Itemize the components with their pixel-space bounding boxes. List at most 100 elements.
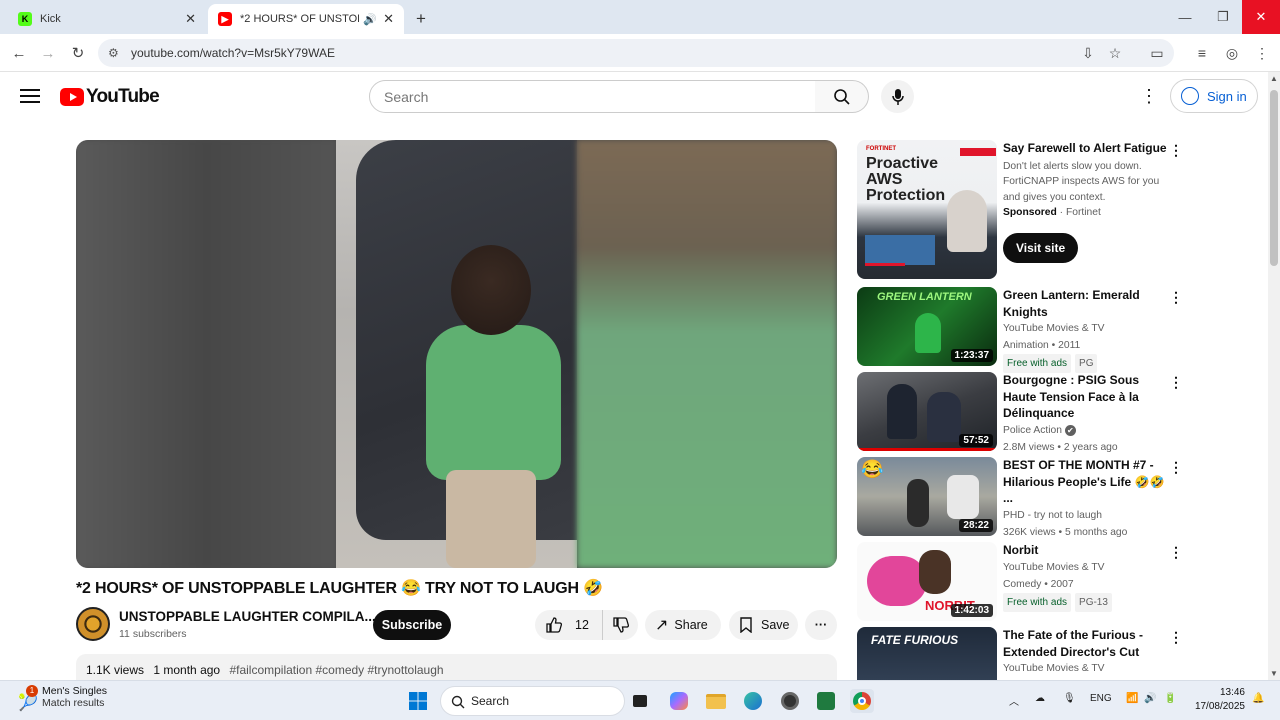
like-button[interactable]: 12 [535, 610, 603, 640]
voice-search-button[interactable] [881, 80, 914, 113]
app-icon[interactable] [778, 689, 802, 713]
start-button[interactable] [406, 689, 430, 713]
tab-kick[interactable]: K Kick ✕ [8, 4, 206, 34]
split-view-icon[interactable]: ▭ [1147, 43, 1167, 63]
onedrive-icon[interactable]: ☁ [1035, 693, 1045, 704]
video-more-icon[interactable]: ⋮ [1169, 459, 1183, 476]
widgets-button[interactable]: 🎾 1 Men's Singles Match results [16, 685, 107, 713]
sponsored-ad[interactable]: FORTINET Proactive AWS Protection Say Fa… [857, 140, 1197, 280]
volume-icon[interactable]: 🔊 [1144, 693, 1156, 704]
battery-icon[interactable]: 🔋 [1164, 693, 1176, 704]
youtube-logo[interactable]: YouTube [60, 86, 160, 108]
channel-name[interactable]: Police Action [1003, 425, 1062, 436]
ad-more-icon[interactable]: ⋮ [1169, 142, 1183, 159]
channel-name[interactable]: YouTube Movies & TV [1003, 660, 1175, 677]
chrome-icon[interactable] [850, 689, 874, 713]
video-thumbnail[interactable]: GREEN LANTERN 1:23:37 [857, 287, 997, 366]
video-more-icon[interactable]: ⋮ [1169, 544, 1183, 561]
scrollbar-thumb[interactable] [1270, 90, 1278, 266]
more-actions-button[interactable]: ··· [805, 610, 837, 640]
video-more-icon[interactable]: ⋮ [1169, 289, 1183, 306]
restore-button[interactable]: ❐ [1204, 0, 1242, 34]
wifi-icon[interactable]: 📶 [1126, 693, 1138, 704]
forward-button[interactable]: → [37, 42, 59, 64]
new-tab-button[interactable]: + [406, 4, 432, 34]
profile-icon[interactable]: ◎ [1222, 43, 1242, 63]
recommended-video[interactable]: 57:52 Bourgogne : PSIG Sous Haute Tensio… [857, 372, 1197, 453]
install-app-icon[interactable]: ⇩ [1078, 43, 1098, 63]
view-count: 1.1K views [86, 663, 145, 677]
channel-name[interactable]: YouTube Movies & TV [1003, 320, 1175, 337]
language-indicator[interactable]: ENG [1090, 693, 1112, 704]
copilot-icon[interactable] [667, 689, 691, 713]
system-clock[interactable]: 13:46 17/08/2025 [1185, 686, 1245, 714]
video-title[interactable]: BEST OF THE MONTH #7 - Hilarious People'… [1003, 457, 1175, 507]
video-thumbnail[interactable]: NORBIT 1:42:03 [857, 542, 997, 621]
media-controls-icon[interactable]: ≡ [1192, 43, 1212, 63]
show-hidden-icons[interactable]: ︿ [1009, 693, 1019, 708]
subscribe-button[interactable]: Subscribe [373, 610, 451, 640]
file-explorer-icon[interactable] [704, 689, 728, 713]
speaker-icon[interactable]: 🔊 [363, 13, 377, 26]
sign-in-button[interactable]: Sign in [1170, 79, 1258, 113]
video-title[interactable]: Norbit [1003, 542, 1175, 559]
close-tab-icon[interactable]: ✕ [383, 11, 394, 27]
settings-more-icon[interactable]: ⋮ [1140, 86, 1158, 107]
child-legs-shape [446, 470, 536, 568]
video-thumbnail[interactable]: FATE FURIOUS [857, 627, 997, 680]
taskbar-search[interactable]: Search [440, 686, 625, 716]
ad-desc-line-2: FortiCNAPP inspects AWS for you [1003, 176, 1160, 187]
hamburger-menu-icon[interactable] [20, 86, 40, 106]
scroll-up-icon[interactable]: ▲ [1270, 74, 1278, 83]
channel-name[interactable]: YouTube Movies & TV [1003, 559, 1175, 576]
video-title[interactable]: Bourgogne : PSIG Sous Haute Tension Face… [1003, 372, 1175, 422]
video-thumbnail[interactable]: 57:52 [857, 372, 997, 451]
advertiser-name: · Fortinet [1059, 207, 1101, 218]
minimize-button[interactable]: — [1166, 0, 1204, 34]
search-input[interactable]: Search [369, 80, 816, 113]
channel-name[interactable]: UNSTOPPABLE LAUGHTER COMPILA... [119, 609, 376, 624]
browser-menu-icon[interactable]: ⋮ [1252, 43, 1272, 63]
close-window-button[interactable]: ✕ [1242, 0, 1280, 34]
recommended-video[interactable]: GREEN LANTERN 1:23:37 Green Lantern: Eme… [857, 287, 1197, 373]
save-button[interactable]: Save [729, 610, 798, 640]
video-title[interactable]: Green Lantern: Emerald Knights [1003, 287, 1175, 320]
notification-center-icon[interactable]: 🔔 [1252, 693, 1264, 704]
app-green-icon[interactable] [814, 689, 838, 713]
video-meta: Green Lantern: Emerald Knights YouTube M… [1003, 287, 1175, 373]
recommended-video[interactable]: NORBIT 1:42:03 Norbit YouTube Movies & T… [857, 542, 1197, 622]
site-info-icon[interactable]: ⚙ [108, 46, 119, 60]
windows-logo-icon [409, 692, 427, 710]
ad-title[interactable]: Say Farewell to Alert Fatigue [1003, 140, 1175, 157]
video-meta: BEST OF THE MONTH #7 - Hilarious People'… [1003, 457, 1175, 541]
reload-button[interactable]: ↻ [67, 42, 89, 64]
video-thumbnail[interactable]: 😂 28:22 [857, 457, 997, 536]
video-more-icon[interactable]: ⋮ [1169, 374, 1183, 391]
visit-site-button[interactable]: Visit site [1003, 233, 1079, 263]
edge-icon[interactable] [741, 689, 765, 713]
url-bar[interactable]: ⚙ youtube.com/watch?v=Msr5kY79WAE [98, 39, 1174, 67]
microphone-icon[interactable]: 🎙 [1063, 693, 1076, 704]
dislike-button[interactable] [603, 616, 638, 634]
ad-thumbnail[interactable]: FORTINET Proactive AWS Protection [857, 140, 997, 279]
tab-strip: K Kick ✕ ▶ *2 HOURS* OF UNSTOPPAB 🔊 ✕ + … [0, 0, 1280, 34]
tab-youtube[interactable]: ▶ *2 HOURS* OF UNSTOPPAB 🔊 ✕ [208, 4, 404, 34]
search-button[interactable] [815, 80, 869, 113]
scroll-down-icon[interactable]: ▼ [1270, 669, 1278, 678]
page-scrollbar[interactable]: ▲ ▼ [1268, 72, 1280, 680]
thumb-figure-shape [907, 479, 929, 527]
task-view-icon[interactable] [628, 689, 652, 713]
recommended-video[interactable]: FATE FURIOUS The Fate of the Furious - E… [857, 627, 1197, 680]
bookmark-star-icon[interactable]: ☆ [1105, 43, 1125, 63]
share-button[interactable]: ↗ Share [645, 610, 721, 640]
video-player[interactable] [76, 140, 837, 568]
recommended-video[interactable]: 😂 28:22 BEST OF THE MONTH #7 - Hilarious… [857, 457, 1197, 538]
video-more-icon[interactable]: ⋮ [1169, 629, 1183, 646]
close-tab-icon[interactable]: ✕ [185, 11, 196, 27]
back-button[interactable]: ← [8, 42, 30, 64]
channel-name[interactable]: PHD - try not to laugh [1003, 507, 1175, 524]
channel-avatar[interactable] [76, 607, 110, 641]
video-title[interactable]: The Fate of the Furious - Extended Direc… [1003, 627, 1175, 660]
hashtags[interactable]: #failcompilation #comedy #trynottolaugh [229, 663, 443, 677]
video-meta: The Fate of the Furious - Extended Direc… [1003, 627, 1175, 677]
